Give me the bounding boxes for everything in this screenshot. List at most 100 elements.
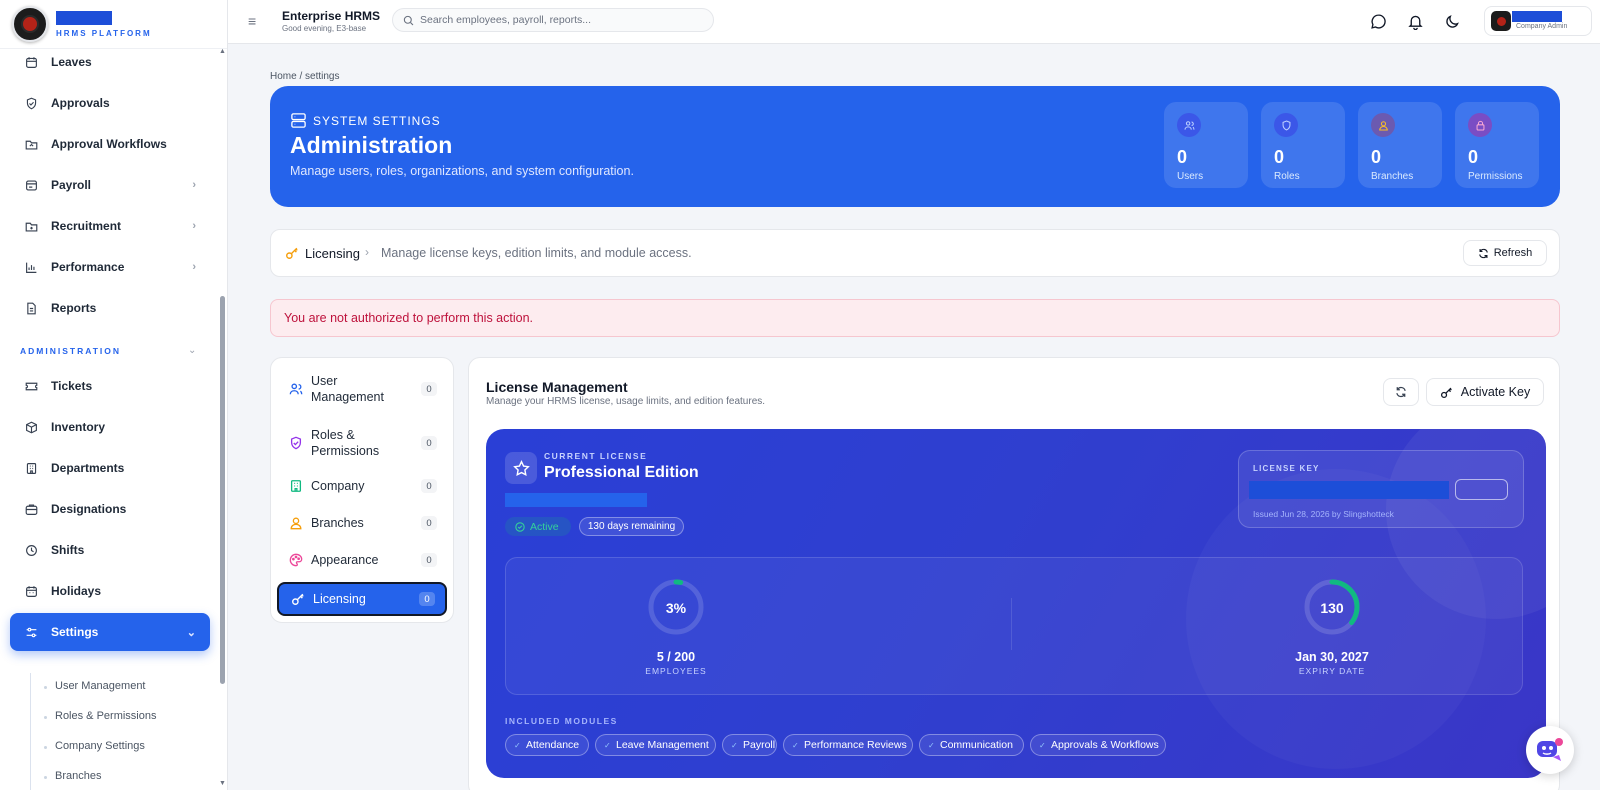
- license-key-box: LICENSE KEY Issued Jun 28, 2026 by Sling…: [1238, 450, 1524, 528]
- activate-key-button[interactable]: Activate Key: [1426, 378, 1544, 406]
- settings-menu-label: User Management: [311, 374, 384, 404]
- module-pill: Performance Reviews: [783, 734, 913, 756]
- stat-card-permissions: 0 Permissions: [1455, 102, 1539, 188]
- scroll-up-arrow[interactable]: ▲: [219, 48, 226, 55]
- count-badge: 0: [421, 553, 437, 567]
- employees-label: EMPLOYEES: [645, 666, 707, 676]
- sidebar-item-label: Leaves: [51, 55, 92, 69]
- settings-menu-user-management[interactable]: User Management 0: [277, 369, 447, 409]
- hamburger-menu-icon[interactable]: ≡: [248, 13, 266, 31]
- sidebar-item-inventory[interactable]: Inventory: [10, 408, 210, 446]
- submenu-guide: [30, 673, 31, 790]
- current-license-label: CURRENT LICENSE: [544, 451, 648, 461]
- chevron-right-icon: ›: [192, 179, 196, 191]
- sidebar-item-designations[interactable]: Designations: [10, 490, 210, 528]
- sub-item-branches[interactable]: Branches: [55, 770, 101, 782]
- search-input[interactable]: [420, 14, 700, 26]
- user-name-redacted: [1512, 11, 1562, 22]
- sidebar-item-label: Performance: [51, 260, 125, 274]
- count-badge: 0: [419, 592, 435, 606]
- stat-value: 0: [1468, 147, 1479, 167]
- days-remaining-badge: 130 days remaining: [579, 517, 684, 536]
- search-box[interactable]: [392, 8, 714, 32]
- settings-menu-roles-permissions[interactable]: Roles & Permissions 0: [277, 423, 447, 463]
- section-label-administration: ADMINISTRATION: [20, 346, 122, 356]
- user-menu[interactable]: Company Admin: [1484, 6, 1592, 36]
- key-icon: [1440, 387, 1452, 398]
- license-management-panel: License Management Manage your HRMS lice…: [468, 357, 1560, 790]
- hero-description: Manage users, roles, organizations, and …: [290, 164, 634, 178]
- sidebar-item-settings[interactable]: Settings ⌄: [10, 613, 210, 651]
- refresh-button[interactable]: Refresh: [1463, 240, 1547, 266]
- check-circle-icon: [515, 521, 525, 532]
- settings-menu-appearance[interactable]: Appearance 0: [277, 545, 447, 575]
- sidebar-item-performance[interactable]: Performance ›: [10, 248, 210, 286]
- sidebar-item-recruitment[interactable]: Recruitment ›: [10, 207, 210, 245]
- settings-menu-label: Licensing: [313, 592, 366, 606]
- stat-card-branches: 0 Branches: [1358, 102, 1442, 188]
- sidebar-item-tickets[interactable]: Tickets: [10, 367, 210, 405]
- settings-menu-label: Branches: [311, 516, 364, 530]
- expiry-label: EXPIRY DATE: [1298, 666, 1366, 676]
- license-key-label: LICENSE KEY: [1253, 464, 1320, 473]
- scroll-down-arrow[interactable]: ▼: [219, 780, 226, 787]
- stat-card-roles: 0 Roles: [1261, 102, 1345, 188]
- id-card-icon: [24, 502, 38, 516]
- sub-item-roles-permissions[interactable]: Roles & Permissions: [55, 710, 156, 722]
- sidebar-item-label: Recruitment: [51, 219, 122, 233]
- sliders-icon: [24, 625, 38, 639]
- page-title: Administration: [290, 132, 453, 158]
- panel-title: License Management: [486, 379, 628, 395]
- sidebar-item-approval-workflows[interactable]: Approval Workflows: [10, 125, 210, 163]
- sidebar-item-label: Shifts: [51, 543, 85, 557]
- star-icon: [505, 452, 537, 484]
- sync-button[interactable]: [1383, 378, 1419, 406]
- chevron-down-icon: ⌄: [186, 626, 196, 639]
- sidebar-item-shifts[interactable]: Shifts: [10, 531, 210, 569]
- moon-icon[interactable]: [1442, 11, 1462, 31]
- license-key-redacted: [1249, 481, 1449, 499]
- box-icon: [24, 420, 38, 434]
- module-pill: Leave Management: [595, 734, 716, 756]
- module-pill: Communication: [919, 734, 1024, 756]
- user-role: Company Admin: [1516, 23, 1568, 30]
- sidebar-item-label: Holidays: [51, 584, 102, 598]
- company-logo[interactable]: [12, 6, 48, 42]
- bell-icon[interactable]: [1405, 11, 1425, 31]
- activate-key-label: Activate Key: [1460, 385, 1531, 399]
- chevron-down-icon[interactable]: ⌄: [188, 345, 196, 356]
- breadcrumb[interactable]: Home / settings: [270, 71, 339, 82]
- sidebar-item-departments[interactable]: Departments: [10, 449, 210, 487]
- app-title: Enterprise HRMS: [282, 9, 381, 23]
- sidebar-item-payroll[interactable]: Payroll ›: [10, 166, 210, 204]
- settings-menu-company[interactable]: Company 0: [277, 471, 447, 501]
- edition-name: Professional Edition: [544, 464, 699, 481]
- shield-check-icon: [24, 96, 38, 110]
- settings-menu-branches[interactable]: Branches 0: [277, 508, 447, 538]
- sub-item-company-settings[interactable]: Company Settings: [55, 740, 145, 752]
- assistant-chat-button[interactable]: [1526, 726, 1574, 774]
- workflow-icon: [24, 137, 38, 151]
- file-icon: [24, 301, 38, 315]
- settings-menu-licensing[interactable]: Licensing 0: [277, 582, 447, 616]
- ticket-icon: [24, 379, 38, 393]
- sidebar-item-approvals[interactable]: Approvals: [10, 84, 210, 122]
- settings-menu: User Management 0 Roles & Permissions 0 …: [270, 357, 454, 623]
- sidebar-scrollbar[interactable]: [220, 296, 225, 684]
- sidebar-item-label: Payroll: [51, 178, 92, 192]
- sidebar-item-leaves[interactable]: Leaves: [10, 43, 210, 81]
- stat-value: 0: [1274, 147, 1285, 167]
- refresh-icon: [1478, 248, 1488, 258]
- current-license-card: CURRENT LICENSE Professional Edition Act…: [486, 429, 1546, 778]
- stat-card-users: 0 Users: [1164, 102, 1248, 188]
- refresh-icon: [1396, 386, 1406, 398]
- brand-subtitle: HRMS PLATFORM: [56, 28, 152, 38]
- sidebar-item-reports[interactable]: Reports: [10, 289, 210, 327]
- sub-item-user-management[interactable]: User Management: [55, 680, 146, 692]
- sidebar-item-holidays[interactable]: Holidays: [10, 572, 210, 610]
- copy-key-button[interactable]: [1455, 479, 1508, 500]
- organization-redacted: [505, 493, 647, 507]
- chat-icon[interactable]: [1368, 11, 1388, 31]
- avatar: [1491, 11, 1511, 31]
- palette-icon: [289, 553, 303, 567]
